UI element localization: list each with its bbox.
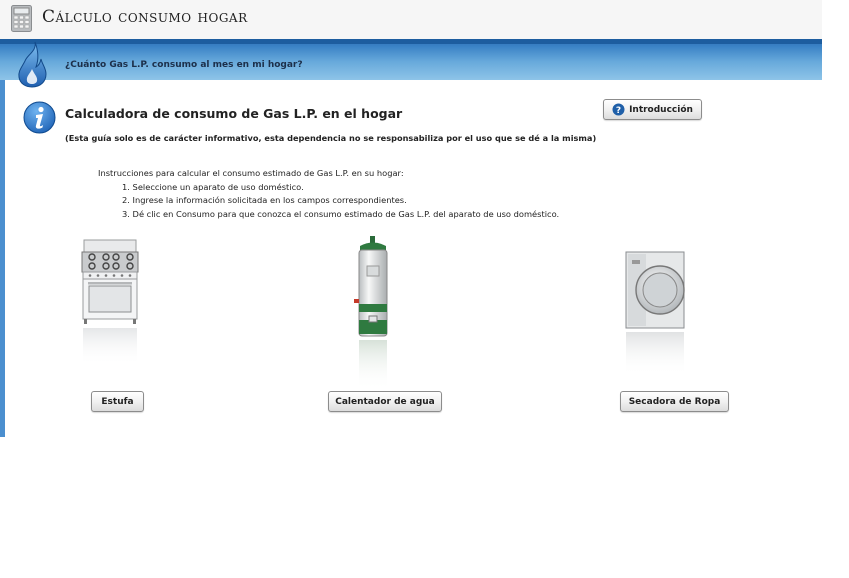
- stove-image[interactable]: [78, 236, 142, 368]
- clothes-dryer-button-label: Secadora de Ropa: [628, 396, 721, 407]
- instructions: Instrucciones para calcular el consumo e…: [98, 167, 559, 221]
- clothes-dryer-button[interactable]: Secadora de Ropa: [620, 391, 729, 412]
- calculator-icon: [11, 5, 32, 32]
- clothes-dryer-icon: [625, 251, 685, 376]
- banner-stripe: [0, 39, 822, 44]
- instructions-list: 1. Seleccione un aparato de uso doméstic…: [98, 181, 559, 222]
- stove-button[interactable]: Estufa: [91, 391, 144, 412]
- water-heater-image[interactable]: [352, 236, 394, 391]
- instruction-step: 3. Dé clic en Consumo para que conozca e…: [122, 208, 560, 219]
- flame-icon: [18, 41, 47, 88]
- disclaimer-text: (Esta guía solo es de carácter informati…: [65, 133, 597, 143]
- stove-button-label: Estufa: [101, 396, 134, 407]
- instruction-step: 1. Seleccione un aparato de uso doméstic…: [122, 181, 304, 192]
- banner-question: ¿Cuánto Gas L.P. consumo al mes en mi ho…: [65, 60, 303, 70]
- water-heater-icon: [354, 236, 388, 390]
- intro-button[interactable]: ? Introducción: [603, 99, 702, 120]
- clothes-dryer-image[interactable]: [624, 250, 686, 378]
- app-title: Cálculo consumo hogar: [42, 7, 248, 27]
- instruction-step: 2. Ingrese la información solicitada en …: [122, 195, 407, 205]
- water-heater-button[interactable]: Calentador de agua: [328, 391, 442, 412]
- left-accent-bar: [0, 80, 5, 437]
- water-heater-button-label: Calentador de agua: [335, 396, 435, 407]
- intro-button-label: Introducción: [629, 104, 693, 115]
- page-title: Calculadora de consumo de Gas L.P. en el…: [65, 106, 403, 121]
- instructions-heading: Instrucciones para calcular el consumo e…: [98, 168, 404, 178]
- stove-icon: [81, 239, 139, 366]
- svg-text:?: ?: [616, 106, 621, 116]
- help-icon: ?: [612, 103, 625, 116]
- info-icon: [23, 101, 56, 134]
- title-bar: Cálculo consumo hogar: [0, 0, 822, 39]
